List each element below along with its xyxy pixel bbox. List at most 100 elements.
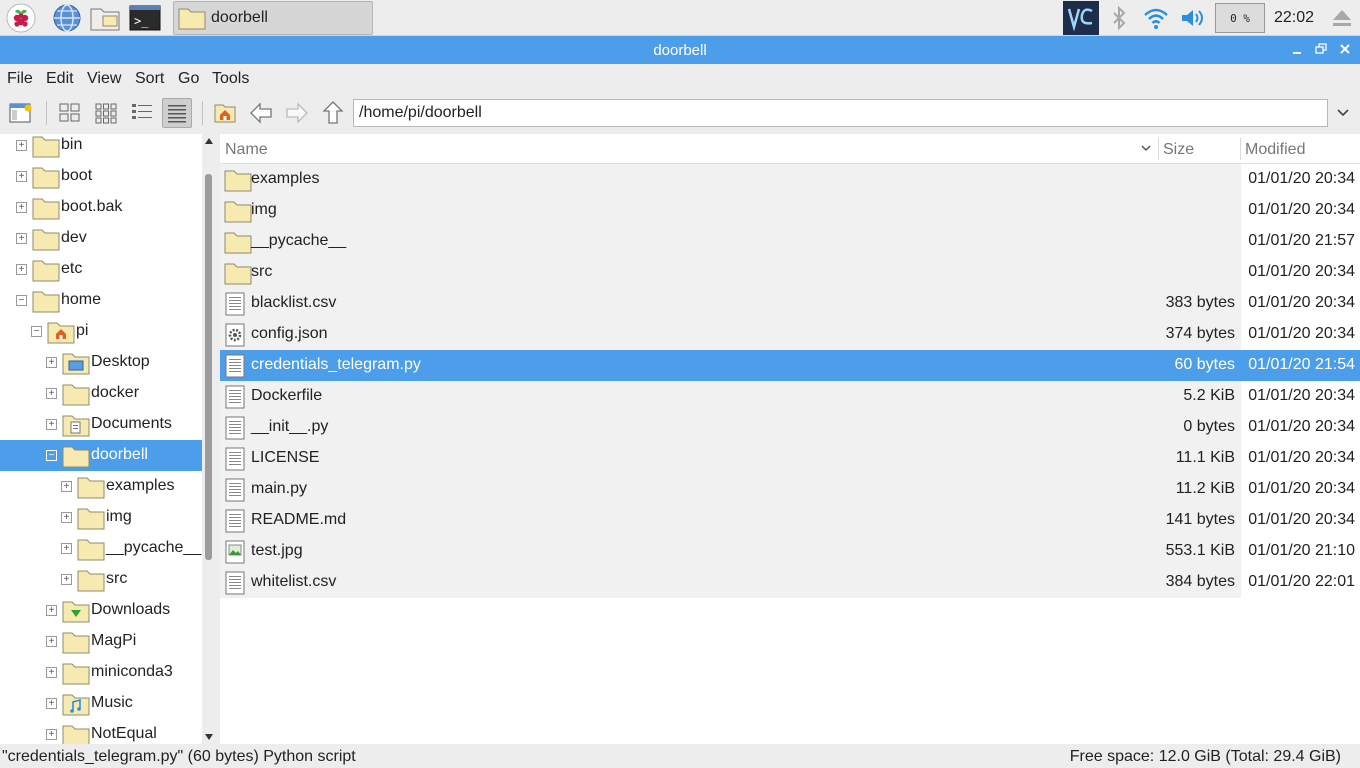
file-row[interactable]: LICENSE 11.1 KiB 01/01/20 20:34 <box>220 443 1360 474</box>
menu-file[interactable]: File <box>7 70 33 88</box>
forward-arrow-icon[interactable] <box>282 98 312 128</box>
minimize-icon[interactable] <box>1288 41 1306 59</box>
file-name-cell[interactable]: blacklist.csv <box>220 288 1158 319</box>
vnc-icon[interactable] <box>1063 1 1099 35</box>
maximize-icon[interactable] <box>1312 41 1330 59</box>
expand-icon[interactable]: + <box>46 636 57 647</box>
web-browser-icon[interactable] <box>50 2 84 34</box>
file-name-cell[interactable]: Dockerfile <box>220 381 1158 412</box>
file-name-cell[interactable]: main.py <box>220 474 1158 505</box>
tree-item-magpi[interactable]: + MagPi <box>0 626 202 657</box>
clock[interactable]: 22:02 <box>1274 9 1314 27</box>
scrollbar-thumb[interactable] <box>205 174 212 560</box>
expand-icon[interactable]: + <box>16 171 27 182</box>
tree-item-src[interactable]: + src <box>0 564 202 595</box>
file-name-cell[interactable]: README.md <box>220 505 1158 536</box>
collapse-icon[interactable]: − <box>46 450 57 461</box>
file-row[interactable]: main.py 11.2 KiB 01/01/20 20:34 <box>220 474 1360 505</box>
menu-tools[interactable]: Tools <box>212 70 249 88</box>
cpu-usage-monitor[interactable]: 0 % <box>1215 3 1265 33</box>
file-name-cell[interactable]: whitelist.csv <box>220 567 1158 598</box>
expand-icon[interactable]: + <box>46 357 57 368</box>
new-window-icon[interactable] <box>6 98 36 128</box>
back-arrow-icon[interactable] <box>246 98 276 128</box>
up-arrow-icon[interactable] <box>318 98 348 128</box>
file-name-cell[interactable]: config.json <box>220 319 1158 350</box>
tree-scrollbar[interactable] <box>202 134 216 744</box>
file-row[interactable]: whitelist.csv 384 bytes 01/01/20 22:01 <box>220 567 1360 598</box>
menu-sort[interactable]: Sort <box>135 70 164 88</box>
tree-item-examples[interactable]: + examples <box>0 471 202 502</box>
tree-item-downloads[interactable]: + Downloads <box>0 595 202 626</box>
eject-icon[interactable] <box>1325 2 1359 34</box>
home-icon[interactable] <box>210 98 240 128</box>
tree-item-bin[interactable]: + bin <box>0 134 202 161</box>
tree-item-documents[interactable]: + Documents <box>0 409 202 440</box>
raspberry-menu-icon[interactable] <box>4 2 38 34</box>
file-row[interactable]: config.json 374 bytes 01/01/20 20:34 <box>220 319 1360 350</box>
expand-icon[interactable]: + <box>16 264 27 275</box>
close-icon[interactable] <box>1336 41 1354 59</box>
terminal-icon[interactable]: >_ <box>128 2 162 34</box>
column-header-modified[interactable]: Modified <box>1245 141 1305 159</box>
tree-item-desktop[interactable]: + Desktop <box>0 347 202 378</box>
file-row[interactable]: src 01/01/20 20:34 <box>220 257 1360 288</box>
file-name-cell[interactable]: examples <box>220 164 1158 195</box>
file-row[interactable]: img 01/01/20 20:34 <box>220 195 1360 226</box>
expand-icon[interactable]: + <box>61 512 72 523</box>
file-manager-icon[interactable] <box>88 2 122 34</box>
file-row[interactable]: examples 01/01/20 20:34 <box>220 164 1360 195</box>
sort-chevron-down-icon[interactable] <box>1140 141 1152 158</box>
collapse-icon[interactable]: − <box>31 326 42 337</box>
file-list[interactable]: Name Size Modified examples 01/01/20 20:3… <box>220 134 1360 744</box>
expand-icon[interactable]: + <box>46 667 57 678</box>
file-name-cell[interactable]: img <box>220 195 1158 226</box>
tree-item-pi[interactable]: − pi <box>0 316 202 347</box>
file-row[interactable]: blacklist.csv 383 bytes 01/01/20 20:34 <box>220 288 1360 319</box>
compact-view-icon[interactable] <box>127 98 157 128</box>
expand-icon[interactable]: + <box>61 543 72 554</box>
tree-item-dev[interactable]: + dev <box>0 223 202 254</box>
detailed-list-view-icon[interactable] <box>162 98 192 128</box>
expand-icon[interactable]: + <box>16 202 27 213</box>
expand-icon[interactable]: + <box>46 419 57 430</box>
tree-item-doorbell[interactable]: − doorbell <box>0 440 202 471</box>
column-divider[interactable] <box>1158 138 1159 160</box>
tree-item-docker[interactable]: + docker <box>0 378 202 409</box>
expand-icon[interactable]: + <box>46 605 57 616</box>
column-header-size[interactable]: Size <box>1163 141 1194 159</box>
path-input[interactable] <box>353 99 1328 127</box>
expand-icon[interactable]: + <box>46 729 57 740</box>
tree-item-img[interactable]: + img <box>0 502 202 533</box>
expand-icon[interactable]: + <box>46 698 57 709</box>
scroll-down-arrow-icon[interactable] <box>205 734 213 740</box>
file-row[interactable]: __init__.py 0 bytes 01/01/20 20:34 <box>220 412 1360 443</box>
tree-item-miniconda3[interactable]: + miniconda3 <box>0 657 202 688</box>
file-row[interactable]: credentials_telegram.py 60 bytes 01/01/20 … <box>220 350 1360 381</box>
expand-icon[interactable]: + <box>16 140 27 151</box>
expand-icon[interactable]: + <box>16 233 27 244</box>
file-row[interactable]: test.jpg 553.1 KiB 01/01/20 21:10 <box>220 536 1360 567</box>
file-name-cell[interactable]: __init__.py <box>220 412 1158 443</box>
window-titlebar[interactable]: doorbell <box>0 36 1360 64</box>
tree-item-pycache[interactable]: + __pycache__ <box>0 533 202 564</box>
expand-icon[interactable]: + <box>61 481 72 492</box>
thumbnail-view-icon[interactable] <box>91 98 121 128</box>
file-name-cell[interactable]: test.jpg <box>220 536 1158 567</box>
tree-item-boot-bak[interactable]: + boot.bak <box>0 192 202 223</box>
file-name-cell[interactable]: credentials_telegram.py <box>220 350 1158 381</box>
collapse-icon[interactable]: − <box>16 295 27 306</box>
file-row[interactable]: README.md 141 bytes 01/01/20 20:34 <box>220 505 1360 536</box>
expand-icon[interactable]: + <box>61 574 72 585</box>
column-header-name[interactable]: Name <box>225 141 268 159</box>
volume-icon[interactable] <box>1176 2 1210 34</box>
column-divider[interactable] <box>1240 138 1241 160</box>
file-row[interactable]: __pycache__ 01/01/20 21:57 <box>220 226 1360 257</box>
tree-item-home[interactable]: − home <box>0 285 202 316</box>
directory-tree[interactable]: + bin + boot + boot.bak + dev + etc − home − pi + Deskt… <box>0 134 202 744</box>
expand-icon[interactable]: + <box>46 388 57 399</box>
icon-view-icon[interactable] <box>55 98 85 128</box>
path-history-chevron-down-icon[interactable] <box>1330 99 1356 127</box>
wifi-icon[interactable] <box>1139 2 1173 34</box>
tree-item-etc[interactable]: + etc <box>0 254 202 285</box>
